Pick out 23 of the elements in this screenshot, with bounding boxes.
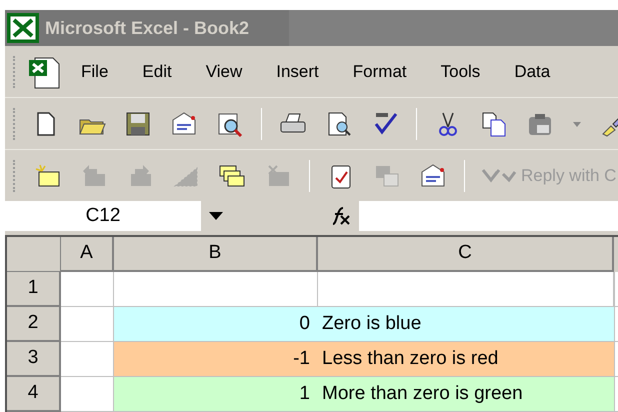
table-cell: Zero is blue xyxy=(318,307,614,342)
dropdown-caret-icon[interactable] xyxy=(209,212,223,220)
column-header[interactable]: A xyxy=(61,237,114,272)
table-cell: 1 xyxy=(114,377,318,412)
row-header[interactable]: 4 xyxy=(7,377,61,412)
name-box[interactable]: C12 xyxy=(5,201,201,231)
menu-item[interactable]: Insert xyxy=(276,58,319,84)
spreadsheet-icon xyxy=(5,12,41,44)
menu-item[interactable]: Tools xyxy=(440,58,480,84)
table-cell: -1 xyxy=(114,342,318,377)
menu-item[interactable]: File xyxy=(81,58,108,84)
menu-item[interactable]: Edit xyxy=(142,58,172,84)
menu-item[interactable]: Format xyxy=(352,58,407,84)
row-header[interactable]: 1 xyxy=(7,272,61,307)
menu-item[interactable]: Data xyxy=(514,58,550,84)
row-header[interactable]: 3 xyxy=(7,342,61,377)
table-cell: Less than zero is red xyxy=(318,342,614,377)
window-title: Microsoft Excel - Book2 xyxy=(45,16,250,40)
menu-item[interactable]: View xyxy=(206,58,242,84)
row-header[interactable]: 2 xyxy=(7,307,61,342)
formula-field[interactable] xyxy=(359,201,618,231)
table-cell: More than zero is green xyxy=(318,377,614,412)
table-cell: 0 xyxy=(114,307,318,342)
